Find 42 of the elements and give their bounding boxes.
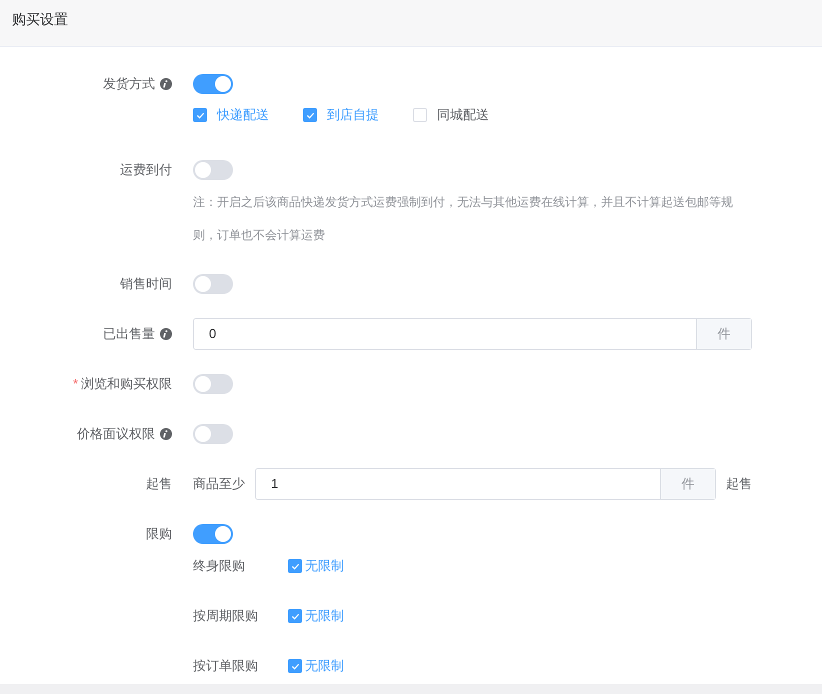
checkbox[interactable] <box>288 559 302 573</box>
limit-label: 终身限购 <box>193 557 246 576</box>
toggle-switch[interactable] <box>193 160 233 180</box>
checkbox-label[interactable]: 到店自提 <box>327 105 379 125</box>
checkmark-icon <box>290 662 300 670</box>
checkmark-icon <box>290 562 300 570</box>
field-label: 发货方式 <box>103 75 155 94</box>
field-label: 已出售量 <box>103 325 155 344</box>
checkbox[interactable] <box>303 108 317 122</box>
field-label: 浏览和购买权限 <box>81 375 172 394</box>
field-label: 运费到付 <box>120 161 172 180</box>
checkbox[interactable] <box>193 108 207 122</box>
unit-label: 件 <box>696 319 751 349</box>
checkbox[interactable] <box>288 609 302 623</box>
toggle-switch[interactable] <box>193 424 233 444</box>
field-label: 价格面议权限 <box>77 425 155 444</box>
field-label: 销售时间 <box>120 275 172 294</box>
checkbox-label[interactable]: 无限制 <box>305 656 344 676</box>
suffix-text: 起售 <box>726 475 752 494</box>
toggle-switch[interactable] <box>193 374 233 394</box>
toggle-switch[interactable] <box>193 524 233 544</box>
checkbox[interactable] <box>288 659 302 673</box>
toggle-switch[interactable] <box>193 74 233 94</box>
input-field[interactable]: 0 件 <box>193 318 752 350</box>
checkmark-icon <box>290 612 300 620</box>
unit-label: 件 <box>660 469 715 499</box>
limit-label: 按订单限购 <box>193 657 259 676</box>
field-label: 限购 <box>146 525 172 544</box>
checkbox-label[interactable]: 快递配送 <box>217 105 269 125</box>
section-title: 购买设置 <box>12 11 68 27</box>
checkbox-label[interactable]: 无限制 <box>305 556 344 576</box>
input-field[interactable]: 1 件 <box>255 468 716 500</box>
checkmark-icon <box>196 110 204 120</box>
prefix-text: 商品至少 <box>193 475 245 494</box>
required-mark: * <box>72 375 78 394</box>
field-label: 起售 <box>146 475 172 494</box>
toggle-switch[interactable] <box>193 274 233 294</box>
note-text: 注：开启之后该商品快递发货方式运费强制到付，无法与其他运费在线计算，并且不计算起送包邮等规则，订单也不会计算运费 <box>193 194 734 244</box>
checkbox-label[interactable]: 无限制 <box>305 606 344 626</box>
checkmark-icon <box>306 110 314 120</box>
checkbox-label[interactable]: 同城配送 <box>437 105 489 125</box>
limit-label: 按周期限购 <box>193 607 259 626</box>
